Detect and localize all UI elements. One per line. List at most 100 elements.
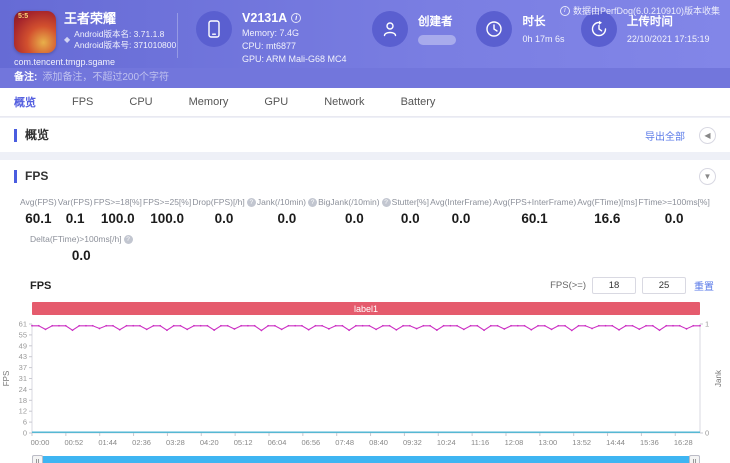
- stat-value: 0.0: [400, 211, 420, 226]
- stat-Avg(FPS): Avg(FPS) 60.1: [20, 197, 57, 226]
- stat-Drop(FPS)[/h]: Drop(FPS)[/h]? 0.0: [192, 197, 256, 226]
- threshold-input-2[interactable]: [642, 277, 686, 294]
- app-icon-badge: 5:5: [18, 13, 29, 20]
- tab-Battery[interactable]: Battery: [401, 96, 436, 108]
- help-icon[interactable]: ?: [246, 197, 256, 207]
- scrollbar-handle-right[interactable]: [689, 455, 700, 463]
- fps-chart[interactable]: 61 55 49 43 37 31 24 18 12 6 0 1 0 FPS Jank 00:00 00:52 0…: [0, 316, 730, 455]
- fps-chart-svg[interactable]: 6155 49 43 37 31 24 18 12 6 0 1 0 FPS Jank 00:00 00:52 0…: [0, 316, 730, 450]
- overview-section-header: 概览 导出全部 ◀: [0, 118, 730, 152]
- creator-name-redacted: [418, 35, 457, 45]
- export-all-link[interactable]: 导出全部: [645, 128, 685, 143]
- stat-label: FPS>=25[%]: [143, 197, 192, 207]
- tab-GPU[interactable]: GPU: [264, 96, 288, 108]
- svg-text:03:28: 03:28: [166, 438, 185, 447]
- stat-label: Jank(/10min)?: [257, 197, 318, 207]
- svg-text:00:52: 00:52: [64, 438, 83, 447]
- report-header: i 数据由PerfDog(6.0.210910)版本收集 5:5 王者荣耀 ◆ …: [0, 0, 730, 68]
- svg-text:0: 0: [23, 429, 27, 438]
- scrollbar-track[interactable]: [32, 456, 700, 463]
- stat-Delta(FTime)>100ms[/h]: Delta(FTime)>100ms[/h]? 0.0: [30, 234, 133, 263]
- stat-value: 0.0: [71, 248, 91, 263]
- stat-label: Delta(FTime)>100ms[/h]?: [30, 234, 133, 244]
- svg-text:07:48: 07:48: [335, 438, 354, 447]
- help-icon[interactable]: ?: [123, 234, 133, 244]
- device-cpu: CPU: mt6877: [242, 41, 297, 51]
- svg-text:55: 55: [19, 330, 27, 339]
- collect-info-text: 数据由PerfDog(6.0.210910)版本收集: [572, 6, 720, 16]
- help-icon[interactable]: ?: [381, 197, 391, 207]
- tab-CPU[interactable]: CPU: [129, 96, 152, 108]
- upload-info: 上传时间 22/10/2021 17:15:19: [580, 11, 730, 68]
- stat-label: Avg(FPS+InterFrame): [492, 197, 577, 207]
- stat-label: Stutter[%]: [391, 197, 429, 207]
- collapse-down-button[interactable]: ▼: [699, 168, 716, 185]
- stat-value: 16.6: [594, 211, 621, 226]
- svg-text:01:44: 01:44: [98, 438, 117, 447]
- svg-text:05:12: 05:12: [234, 438, 253, 447]
- device-gpu: GPU: ARM Mali-G68 MC4: [242, 54, 347, 64]
- fps-section-title: FPS: [14, 170, 48, 183]
- app-package: com.tencent.tmgp.sgame: [14, 57, 116, 67]
- fps-stats-row: Avg(FPS) 60.1 Var(FPS) 0.1 FPS>=18[%] 100.0 FP…: [0, 197, 730, 226]
- svg-text:04:20: 04:20: [200, 438, 219, 447]
- stat-value: 60.1: [521, 211, 548, 226]
- svg-text:00:00: 00:00: [31, 438, 50, 447]
- svg-text:14:44: 14:44: [606, 438, 625, 447]
- phone-icon: [196, 11, 233, 47]
- info-icon: i: [559, 5, 570, 16]
- stat-value: 60.1: [25, 211, 52, 226]
- svg-text:15:36: 15:36: [640, 438, 659, 447]
- scrollbar-handle-left[interactable]: [32, 455, 43, 463]
- svg-text:13:52: 13:52: [572, 438, 591, 447]
- stat-label: Avg(FPS): [20, 197, 57, 207]
- svg-text:31: 31: [19, 374, 27, 383]
- collapse-left-button[interactable]: ◀: [699, 126, 716, 144]
- device-model: V2131A i: [242, 11, 347, 25]
- stat-label: Drop(FPS)[/h]?: [192, 197, 256, 207]
- chart-title: FPS: [30, 279, 52, 292]
- duration-label: 时长: [522, 16, 546, 28]
- collect-info: i 数据由PerfDog(6.0.210910)版本收集: [559, 4, 720, 17]
- stat-value: 0.0: [664, 211, 684, 226]
- chart-range-scrollbar[interactable]: [32, 455, 700, 463]
- tab-FPS[interactable]: FPS: [72, 96, 93, 108]
- stat-Jank(/10min): Jank(/10min)? 0.0: [257, 197, 318, 226]
- app-info: 5:5 王者荣耀 ◆ Android版本名: 3.71.1.8 Android版…: [0, 11, 177, 68]
- stat-Avg(InterFrame): Avg(InterFrame) 0.0: [430, 197, 492, 226]
- stat-Var(FPS): Var(FPS) 0.1: [58, 197, 93, 226]
- svg-text:Jank: Jank: [714, 369, 723, 387]
- svg-text:02:36: 02:36: [132, 438, 151, 447]
- tab-Network[interactable]: Network: [324, 96, 364, 108]
- stat-label: Avg(InterFrame): [430, 197, 492, 207]
- app-icon: 5:5: [14, 11, 56, 53]
- stat-Avg(FPS+InterFrame): Avg(FPS+InterFrame) 60.1: [493, 197, 576, 226]
- app-version-code: Android版本号: 371010800: [74, 39, 177, 50]
- creator-info: 创建者: [372, 11, 466, 68]
- threshold-input-1[interactable]: [592, 277, 636, 294]
- svg-text:61: 61: [19, 320, 27, 329]
- stat-value: 100.0: [150, 211, 185, 226]
- device-info-icon[interactable]: i: [291, 13, 302, 23]
- fps-panel: FPS ▼ Avg(FPS) 60.1 Var(FPS) 0.1 FPS>=18[%] 1…: [0, 160, 730, 463]
- chart-label1-band[interactable]: label1: [32, 302, 700, 315]
- svg-text:FPS: FPS: [2, 371, 11, 387]
- stat-value: 100.0: [100, 211, 135, 226]
- fps-stats-row2: Delta(FTime)>100ms[/h]? 0.0: [0, 234, 730, 265]
- device-model-text: V2131A: [242, 11, 288, 25]
- reset-button[interactable]: 重置: [694, 278, 714, 293]
- svg-text:11:16: 11:16: [471, 438, 489, 447]
- stat-value: 0.0: [277, 211, 297, 226]
- tab-概览[interactable]: 概览: [14, 94, 36, 110]
- svg-text:13:00: 13:00: [538, 438, 557, 447]
- threshold-label: FPS(>=): [550, 280, 586, 291]
- duration-info: 时长 0h 17m 6s: [476, 11, 570, 68]
- help-icon[interactable]: ?: [308, 197, 318, 207]
- tab-Memory[interactable]: Memory: [189, 96, 229, 108]
- overview-title: 概览: [14, 128, 49, 142]
- stat-label: FPS>=18[%]: [93, 197, 142, 207]
- clock-icon: [476, 11, 513, 47]
- note-bar[interactable]: 备注: 添加备注，不超过200个字符: [0, 68, 730, 88]
- app-version-name: Android版本名: 3.71.1.8: [74, 29, 165, 39]
- svg-text:16:28: 16:28: [674, 438, 693, 447]
